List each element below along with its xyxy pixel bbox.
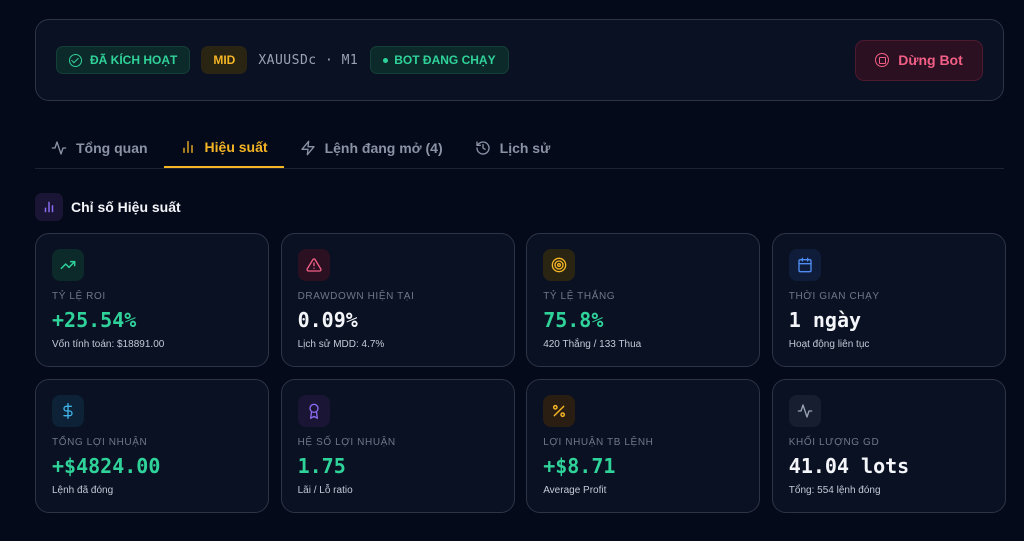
status-dot-icon xyxy=(383,57,389,63)
calendar-icon xyxy=(788,249,821,281)
metric-label: DRAWDOWN HIỆN TẠI xyxy=(297,291,415,302)
metric-value: 0.09% xyxy=(297,308,358,332)
zap-icon xyxy=(300,140,315,156)
tab-bar: Tổng quan Hiệu suất Lệnh đang mở (4) Lịc… xyxy=(35,128,1004,169)
mode-badge: MID xyxy=(201,46,248,74)
metric-value: 41.04 lots xyxy=(788,454,910,478)
running-label: BOT ĐANG CHẠY xyxy=(394,53,496,67)
metric-runtime: THỜI GIAN CHẠY 1 ngày Hoạt động liên tục xyxy=(771,233,1006,367)
tab-performance-label: Hiệu suất xyxy=(204,139,268,155)
bot-status-card: ĐÃ KÍCH HOẠT MID XAUUSDc · M1 BOT ĐANG C… xyxy=(35,19,1004,101)
dollar-icon xyxy=(52,395,84,427)
tab-performance[interactable]: Hiệu suất xyxy=(163,128,284,168)
target-icon xyxy=(543,249,576,281)
metric-sub: Hoạt động liên tục xyxy=(788,339,870,350)
metric-sub: Lãi / Lỗ ratio xyxy=(297,485,353,496)
stop-bot-button[interactable]: Dừng Bot xyxy=(855,39,983,81)
metric-avg-profit: LỢI NHUẬN TB LỆNH +$8.71 Average Profit xyxy=(526,379,761,513)
metric-value: 1 ngày xyxy=(788,308,862,332)
running-badge: BOT ĐANG CHẠY xyxy=(370,46,509,74)
metric-sub: Lịch sử MDD: 4.7% xyxy=(297,339,385,350)
tab-history[interactable]: Lịch sử xyxy=(459,128,567,168)
metric-drawdown: DRAWDOWN HIỆN TẠI 0.09% Lịch sử MDD: 4.7… xyxy=(280,233,515,367)
metric-label: TỶ LỆ ROI xyxy=(52,291,106,302)
tab-overview-label: Tổng quan xyxy=(76,140,148,156)
metric-total-profit: TỔNG LỢI NHUẬN +$4824.00 Lệnh đã đóng xyxy=(35,379,269,513)
check-circle-icon xyxy=(69,53,82,67)
activity-icon xyxy=(788,395,821,427)
warning-icon xyxy=(297,249,330,281)
metric-sub: Lệnh đã đóng xyxy=(52,485,114,496)
activity-icon xyxy=(51,141,67,155)
activated-label: ĐÃ KÍCH HOẠT xyxy=(90,53,178,67)
metric-label: TỔNG LỢI NHUẬN xyxy=(52,437,148,448)
metric-volume: KHỐI LƯỢNG GD 41.04 lots Tổng: 554 lệnh … xyxy=(771,379,1006,513)
percent-icon xyxy=(543,395,576,427)
metric-value: 75.8% xyxy=(543,308,604,332)
trending-up-icon xyxy=(52,249,84,281)
tab-overview[interactable]: Tổng quan xyxy=(35,128,164,168)
section-title: Chỉ số Hiệu suất xyxy=(71,199,181,215)
award-icon xyxy=(297,395,330,427)
section-header: Chỉ số Hiệu suất xyxy=(35,193,181,221)
metric-profit-factor: HỆ SỐ LỢI NHUẬN 1.75 Lãi / Lỗ ratio xyxy=(280,379,515,513)
stop-circle-icon xyxy=(875,53,890,67)
tab-open-orders-label: Lệnh đang mở (4) xyxy=(324,140,443,156)
metric-label: LỢI NHUẬN TB LỆNH xyxy=(543,437,654,448)
metric-label: KHỐI LƯỢNG GD xyxy=(788,437,880,448)
mode-label: MID xyxy=(213,53,236,67)
metric-win-rate: TỶ LỆ THẮNG 75.8% 420 Thắng / 133 Thua xyxy=(526,233,761,367)
metric-value: +$4824.00 xyxy=(52,454,161,478)
symbol-text: XAUUSDc · M1 xyxy=(258,52,359,68)
metric-label: THỜI GIAN CHẠY xyxy=(788,291,880,302)
metrics-grid: TỶ LỆ ROI +25.54% Vốn tính toán: $18891.… xyxy=(35,233,1006,513)
metric-value: 1.75 xyxy=(297,454,346,478)
tab-open-orders[interactable]: Lệnh đang mở (4) xyxy=(284,128,459,168)
metric-roi: TỶ LỆ ROI +25.54% Vốn tính toán: $18891.… xyxy=(35,233,269,367)
metric-label: HỆ SỐ LỢI NHUẬN xyxy=(297,437,396,448)
activated-badge: ĐÃ KÍCH HOẠT xyxy=(56,46,191,74)
stop-bot-label: Dừng Bot xyxy=(898,52,963,68)
metric-sub: 420 Thắng / 133 Thua xyxy=(543,339,642,350)
bar-chart-icon xyxy=(35,193,63,221)
metric-label: TỶ LỆ THẮNG xyxy=(543,291,616,302)
metric-value: +$8.71 xyxy=(543,454,616,478)
bar-chart-icon xyxy=(182,141,193,153)
metric-value: +25.54% xyxy=(52,308,137,332)
tab-history-label: Lịch sử xyxy=(499,140,551,156)
history-icon xyxy=(475,141,490,155)
metric-sub: Vốn tính toán: $18891.00 xyxy=(52,339,165,350)
metric-sub: Tổng: 554 lệnh đóng xyxy=(788,485,881,496)
metric-sub: Average Profit xyxy=(543,485,607,496)
